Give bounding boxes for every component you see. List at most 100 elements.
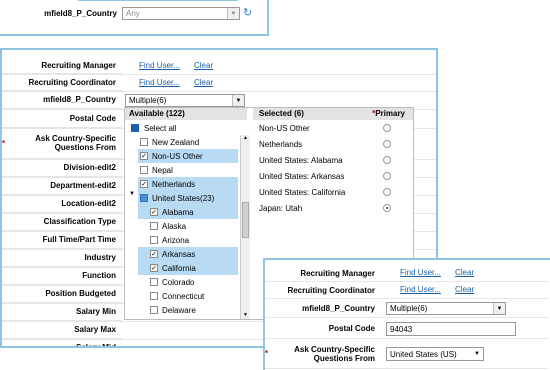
clear-link[interactable]: Clear	[455, 285, 474, 294]
overlay-country-multi-select[interactable]: Multiple(6) ▼	[386, 302, 506, 315]
available-scrollbar[interactable]: ▲ ▼	[240, 135, 250, 319]
overlay-country-multi-select-value: Multiple(6)	[390, 304, 428, 313]
ask-from-select-value: United States (US)	[390, 349, 457, 359]
available-header: Available (122)	[125, 108, 247, 120]
form-row: Location-edit2	[2, 195, 122, 213]
checked-checkbox-icon[interactable]: ✓	[150, 208, 158, 216]
checked-checkbox-icon[interactable]: ✓	[140, 152, 148, 160]
available-list-item-label: California	[162, 263, 196, 273]
available-list-item[interactable]: Alaska	[138, 219, 238, 233]
available-list-item[interactable]: ✓ Alabama	[138, 205, 238, 219]
postal-code-value: 94043	[390, 324, 413, 334]
available-list-item[interactable]: ✓ Netherlands	[138, 177, 238, 191]
available-list-item-label: Arkansas	[162, 249, 196, 259]
selected-header: Selected (6) *Primary	[253, 108, 413, 120]
primary-radio[interactable]	[383, 204, 391, 212]
checkbox-icon[interactable]	[140, 138, 148, 146]
chevron-down-icon: ▼	[471, 348, 483, 360]
form-row-label: * Ask Country-Specific Questions From	[2, 128, 122, 158]
primary-radio[interactable]	[383, 172, 391, 180]
checked-checkbox-icon[interactable]: ✓	[140, 180, 148, 188]
checkbox-icon[interactable]	[150, 236, 158, 244]
form-row: Function	[2, 267, 122, 285]
form-row: Salary Min	[2, 303, 122, 321]
scroll-up-icon[interactable]: ▲	[243, 135, 248, 141]
available-list-item[interactable]: ✓ Arkansas	[138, 247, 238, 261]
form-row-label-text: Division-edit2	[63, 163, 116, 172]
form-row-label-text: Salary Max	[74, 325, 116, 334]
scroll-down-icon[interactable]: ▼	[243, 312, 248, 318]
refresh-icon[interactable]: ↻	[243, 7, 256, 20]
scroll-thumb[interactable]	[242, 202, 249, 238]
find-user-link[interactable]: Find User...	[139, 61, 180, 70]
checkbox-icon[interactable]	[150, 306, 158, 314]
find-user-link[interactable]: Find User...	[400, 285, 441, 294]
overlay-form-row-label-text: Recruiting Manager	[300, 268, 375, 278]
selected-list-item-label: Netherlands	[259, 139, 303, 149]
primary-radio[interactable]	[383, 124, 391, 132]
checked-checkbox-icon[interactable]: ✓	[150, 250, 158, 258]
available-list-item[interactable]: ✓ Non-US Other	[138, 149, 238, 163]
primary-radio[interactable]	[383, 140, 391, 148]
available-list: New Zealand ✓ Non-US Other Nepal ✓ Netherland…	[138, 135, 238, 319]
available-list-item[interactable]: New Zealand	[138, 135, 238, 149]
form-row-label: Salary Min	[2, 303, 122, 320]
primary-radio[interactable]	[383, 156, 391, 164]
selected-list-item: United States: Arkansas	[253, 169, 413, 183]
checkbox-icon[interactable]	[150, 278, 158, 286]
primary-radio[interactable]	[383, 188, 391, 196]
form-row-label-text: Location-edit2	[61, 199, 116, 208]
form-row-label: Position Budgeted	[2, 285, 122, 302]
checkbox-icon[interactable]	[150, 292, 158, 300]
select-all-row[interactable]: Select all	[125, 121, 247, 135]
row-divider	[2, 91, 436, 92]
selected-list-item-label: United States: California	[259, 187, 346, 197]
checkbox-icon[interactable]	[150, 222, 158, 230]
form-row: Department-edit2	[2, 177, 122, 195]
form-row: Recruiting Coordinator	[2, 74, 122, 91]
available-list-item[interactable]: Nepal	[138, 163, 238, 177]
form-row-label-text: Full Time/Part Time	[42, 235, 116, 244]
available-list-item[interactable]: ✓ California	[138, 261, 238, 275]
collapse-triangle-icon[interactable]: ▼	[129, 191, 135, 197]
overlay-panel: Recruiting Manager Recruiting Coordinator…	[263, 258, 550, 370]
form-row-label: Division-edit2	[2, 159, 122, 176]
checked-checkbox-icon[interactable]: ✓	[150, 264, 158, 272]
checkbox-icon[interactable]	[140, 166, 148, 174]
available-list-item[interactable]: United States(23)	[138, 191, 238, 205]
selected-list-item: Japan: Utah	[253, 201, 413, 215]
selected-header-text: Selected (6)	[259, 109, 304, 118]
form-row-label-text: mfield8_P_Country	[43, 95, 116, 104]
form-row: Position Budgeted	[2, 285, 122, 303]
form-row: mfield8_P_Country	[2, 91, 122, 109]
postal-code-input[interactable]: 94043	[386, 322, 516, 336]
available-list-item[interactable]: Colorado	[138, 275, 238, 289]
group-checkbox-icon[interactable]	[140, 194, 148, 202]
available-list-item-label: Alaska	[162, 221, 187, 231]
clear-link[interactable]: Clear	[194, 61, 213, 70]
ask-from-select[interactable]: United States (US) ▼	[386, 347, 484, 361]
find-user-link[interactable]: Find User...	[400, 268, 441, 277]
available-list-item[interactable]: Delaware	[138, 303, 238, 317]
top-country-select-value: Any	[126, 9, 140, 18]
top-country-label: mfield8_P_Country	[44, 9, 117, 18]
selected-list-item: Non-US Other	[253, 121, 413, 135]
overlay-form-row-label-text: Ask Country-Specific Questions From	[294, 344, 375, 363]
available-list-item[interactable]: Connecticut	[138, 289, 238, 303]
overlay-form-row-label-text: Postal Code	[328, 323, 375, 333]
select-all-checkbox-icon[interactable]	[131, 124, 139, 132]
country-multi-select[interactable]: Multiple(6) ▼	[125, 94, 245, 107]
form-row-label-text: Recruiting Manager	[41, 61, 116, 70]
available-list-item-label: Nepal	[152, 165, 173, 175]
selected-list-item-label: United States: Alabama	[259, 155, 343, 165]
overlay-form-row-label-text: Recruiting Coordinator	[287, 285, 375, 295]
select-all-label: Select all	[144, 123, 177, 133]
top-country-select[interactable]: Any ▼	[122, 7, 240, 20]
available-list-item[interactable]: Arizona	[138, 233, 238, 247]
form-row-label: Postal Code	[2, 109, 122, 127]
overlay-form-row-label: Postal Code	[265, 318, 381, 338]
clear-link[interactable]: Clear	[194, 78, 213, 87]
clear-link[interactable]: Clear	[455, 268, 474, 277]
available-list-item-label: Non-US Other	[152, 151, 203, 161]
find-user-link[interactable]: Find User...	[139, 78, 180, 87]
